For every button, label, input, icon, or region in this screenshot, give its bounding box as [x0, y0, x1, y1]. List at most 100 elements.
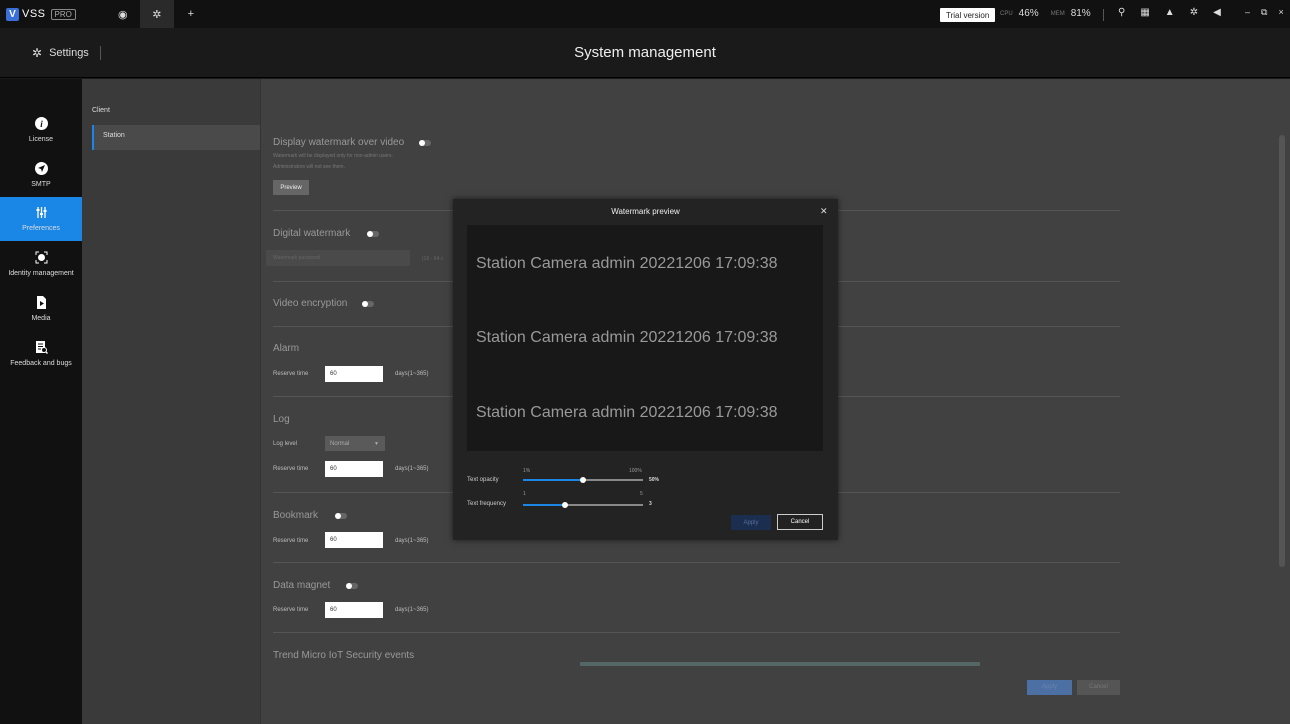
bookmark-days-label: days(1~365) — [395, 538, 429, 544]
opacity-max-label: 100% — [629, 468, 642, 474]
bookmark-reserve-input[interactable]: 60 — [325, 532, 383, 548]
video-encryption-title: Video encryption — [273, 298, 348, 309]
dialog-title: Watermark preview — [611, 207, 680, 216]
data-magnet-toggle[interactable] — [346, 583, 358, 589]
data-magnet-reserve-input[interactable]: 60 — [325, 602, 383, 618]
restore-icon[interactable]: ⧉ — [1261, 7, 1267, 18]
alarm-days-label: days(1~365) — [395, 371, 429, 377]
frequency-thumb[interactable] — [562, 502, 568, 508]
nav-item-feedback[interactable]: Feedback and bugs — [0, 332, 82, 376]
sub-nav: Client — [82, 79, 260, 724]
dialog-cancel-button[interactable]: Cancel — [777, 514, 823, 530]
nav-item-preferences[interactable]: Preferences — [0, 197, 82, 241]
nav-label-identity: Identity management — [8, 270, 74, 277]
watermark-hint-1: Watermark will be displayed only for non… — [273, 153, 393, 159]
chevron-down-icon: ▼ — [374, 440, 379, 447]
feedback-icon — [35, 341, 48, 354]
cancel-button[interactable]: Cancel — [1077, 680, 1120, 695]
close-window-icon[interactable]: × — [1278, 7, 1283, 18]
text-frequency-label: Text frequency — [467, 501, 507, 507]
log-reserve-input[interactable]: 60 — [325, 461, 383, 477]
cancel-label: Cancel — [1089, 684, 1108, 690]
logo-mark: V — [6, 7, 19, 21]
nav-label-preferences: Preferences — [22, 225, 60, 232]
bookmark-toggle[interactable] — [335, 513, 347, 519]
watermark-text: Station Camera admin 20221206 17:09:38 — [476, 329, 778, 346]
log-days-label: days(1~365) — [395, 466, 429, 472]
pro-badge: PRO — [50, 8, 76, 20]
nav-item-license[interactable]: i License — [0, 108, 82, 152]
preview-button[interactable]: Preview — [273, 180, 309, 195]
watermark-password-hint: (16 - 64 c — [422, 256, 444, 262]
mem-value: 81% — [1070, 8, 1091, 19]
bookmark-title: Bookmark — [273, 510, 319, 521]
frequency-value: 3 — [649, 501, 652, 507]
section-divider — [273, 632, 1120, 633]
media-icon — [35, 296, 48, 309]
log-level-select[interactable]: Normal ▼ — [325, 436, 385, 451]
watermark-password-input[interactable]: Watermark password — [266, 250, 410, 266]
data-magnet-reserve-label: Reserve time — [273, 607, 309, 613]
nav-label-feedback: Feedback and bugs — [10, 360, 72, 367]
page-title: System management — [574, 44, 716, 61]
search-icon[interactable]: ⚲ — [1118, 7, 1125, 18]
video-encryption-toggle[interactable] — [362, 301, 374, 307]
log-level-value: Normal — [330, 440, 350, 447]
section-divider — [273, 562, 1120, 563]
bookmark-reserve-label: Reserve time — [273, 538, 309, 544]
alarm-reserve-input[interactable]: 60 — [325, 366, 383, 382]
frequency-min-label: 1 — [523, 491, 526, 497]
smtp-icon — [34, 162, 48, 175]
nav-item-media[interactable]: Media — [0, 287, 82, 331]
dialog-apply-button[interactable]: Apply — [731, 515, 771, 530]
data-magnet-days-label: days(1~365) — [395, 607, 429, 613]
watermark-text: Station Camera admin 20221206 17:09:38 — [476, 404, 778, 421]
opacity-min-label: 1% — [523, 468, 531, 474]
subnav-client[interactable]: Client — [92, 107, 110, 114]
eye-icon[interactable]: ◉ — [106, 0, 140, 28]
minimize-icon[interactable]: – — [1245, 7, 1250, 18]
subnav-station: Station — [103, 132, 125, 139]
opacity-fill — [523, 479, 583, 481]
sliders-icon — [35, 206, 48, 219]
digital-watermark-toggle[interactable] — [367, 231, 379, 237]
watermark-preview-area: Station Camera admin 20221206 17:09:38 S… — [467, 225, 823, 451]
volume-icon[interactable]: ◀ — [1213, 7, 1221, 18]
apply-button[interactable]: Apply — [1027, 680, 1072, 695]
cpu-label: CPU — [1000, 10, 1013, 17]
opacity-thumb[interactable] — [580, 477, 586, 483]
nav-label-license: License — [28, 136, 54, 143]
nav-item-smtp[interactable]: SMTP — [0, 153, 82, 197]
loading-bar — [580, 662, 980, 666]
mem-label: MEM — [1050, 10, 1065, 17]
cpu-value: 46% — [1018, 8, 1039, 19]
opacity-value: 50% — [649, 477, 660, 483]
alarm-reserve-label: Reserve time — [273, 371, 309, 377]
text-frequency-slider[interactable] — [523, 502, 643, 508]
subnav-station-active[interactable]: Station — [92, 125, 260, 150]
log-level-label: Log level — [273, 441, 298, 447]
add-tab-icon[interactable]: + — [174, 0, 208, 28]
close-icon[interactable]: ✕ — [820, 206, 828, 217]
settings-tab-icon[interactable]: ✲ — [139, 0, 174, 28]
frequency-fill — [523, 504, 565, 506]
trial-badge[interactable]: Trial version — [940, 8, 996, 22]
text-opacity-slider[interactable] — [523, 477, 643, 483]
scrollbar[interactable] — [1279, 135, 1285, 567]
info-icon: i — [34, 117, 48, 130]
watermark-hint-2: Administrators will not see them. — [273, 164, 345, 170]
top-bar: V VSS PRO ◉ ✲ + Trial version CPU 46% ME… — [0, 0, 1290, 28]
left-nav: i License SMTP Preferences Identity mana… — [0, 79, 82, 724]
nav-label-smtp: SMTP — [31, 181, 51, 188]
display-watermark-toggle[interactable] — [419, 140, 431, 146]
nav-label-media: Media — [31, 315, 51, 322]
grid-icon[interactable]: ▦ — [1140, 7, 1149, 18]
identity-icon — [35, 251, 48, 264]
log-title: Log — [273, 414, 290, 425]
gear-icon[interactable]: ✲ — [1190, 7, 1198, 18]
digital-watermark-title: Digital watermark — [273, 228, 351, 239]
alarm-title: Alarm — [273, 343, 300, 354]
bell-icon[interactable]: ▲ — [1165, 7, 1175, 18]
nav-item-identity[interactable]: Identity management — [0, 242, 82, 286]
data-magnet-title: Data magnet — [273, 580, 331, 591]
